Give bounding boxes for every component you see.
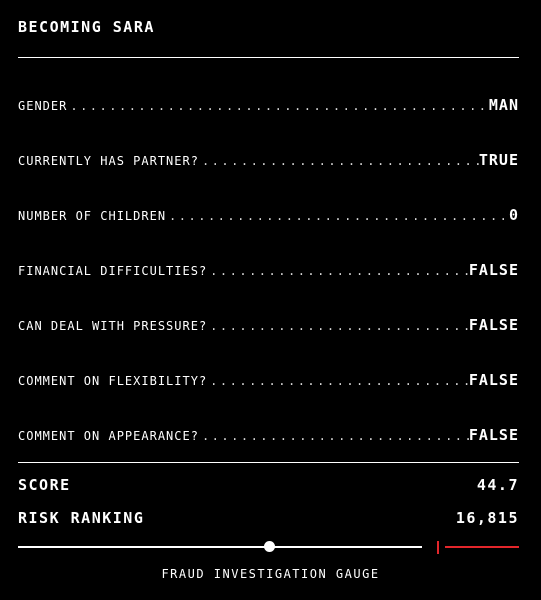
risk-ranking-value: 16,815 xyxy=(455,509,519,527)
gauge-indicator-knob[interactable] xyxy=(264,541,275,552)
score-row: SCORE 44.7 xyxy=(18,476,519,494)
page-title: BECOMING SARA xyxy=(18,18,155,36)
attribute-label: COMMENT ON FLEXIBILITY? xyxy=(18,374,208,388)
attribute-row-pressure: CAN DEAL WITH PRESSURE? FALSE xyxy=(18,316,519,338)
risk-ranking-row: RISK RANKING 16,815 xyxy=(18,509,519,527)
dot-leader xyxy=(199,154,479,168)
attribute-label: CAN DEAL WITH PRESSURE? xyxy=(18,319,208,333)
attribute-value: 0 xyxy=(508,206,519,224)
gauge-track xyxy=(18,546,422,548)
attribute-row-appearance: COMMENT ON APPEARANCE? FALSE xyxy=(18,426,519,448)
score-label: SCORE xyxy=(18,476,71,494)
dot-leader xyxy=(207,374,469,388)
attribute-value: FALSE xyxy=(468,316,519,334)
dot-leader xyxy=(67,99,489,113)
score-value: 44.7 xyxy=(476,476,519,494)
attribute-label: NUMBER OF CHILDREN xyxy=(18,209,167,223)
risk-ranking-label: RISK RANKING xyxy=(18,509,145,527)
attribute-row-partner: CURRENTLY HAS PARTNER? TRUE xyxy=(18,151,519,173)
summary-divider xyxy=(18,462,519,463)
attribute-row-flexibility: COMMENT ON FLEXIBILITY? FALSE xyxy=(18,371,519,393)
attribute-label: COMMENT ON APPEARANCE? xyxy=(18,429,199,443)
attribute-value: MAN xyxy=(488,96,519,114)
dot-leader xyxy=(207,264,469,278)
attribute-value: FALSE xyxy=(468,261,519,279)
dot-leader xyxy=(199,429,469,443)
gauge-danger-zone xyxy=(445,546,519,548)
dot-leader xyxy=(166,209,509,223)
attribute-label: GENDER xyxy=(18,99,68,113)
attribute-row-children: NUMBER OF CHILDREN 0 xyxy=(18,206,519,228)
fraud-investigation-gauge xyxy=(18,537,519,557)
attribute-row-gender: GENDER MAN xyxy=(18,96,519,118)
attribute-value: TRUE xyxy=(478,151,519,169)
gauge-threshold-marker xyxy=(437,541,439,554)
attribute-value: FALSE xyxy=(468,426,519,444)
attribute-label: CURRENTLY HAS PARTNER? xyxy=(18,154,199,168)
dot-leader xyxy=(207,319,469,333)
attribute-value: FALSE xyxy=(468,371,519,389)
gauge-label: FRAUD INVESTIGATION GAUGE xyxy=(161,567,380,581)
attribute-row-financial: FINANCIAL DIFFICULTIES? FALSE xyxy=(18,261,519,283)
header-divider xyxy=(18,57,519,58)
attribute-label: FINANCIAL DIFFICULTIES? xyxy=(18,264,208,278)
